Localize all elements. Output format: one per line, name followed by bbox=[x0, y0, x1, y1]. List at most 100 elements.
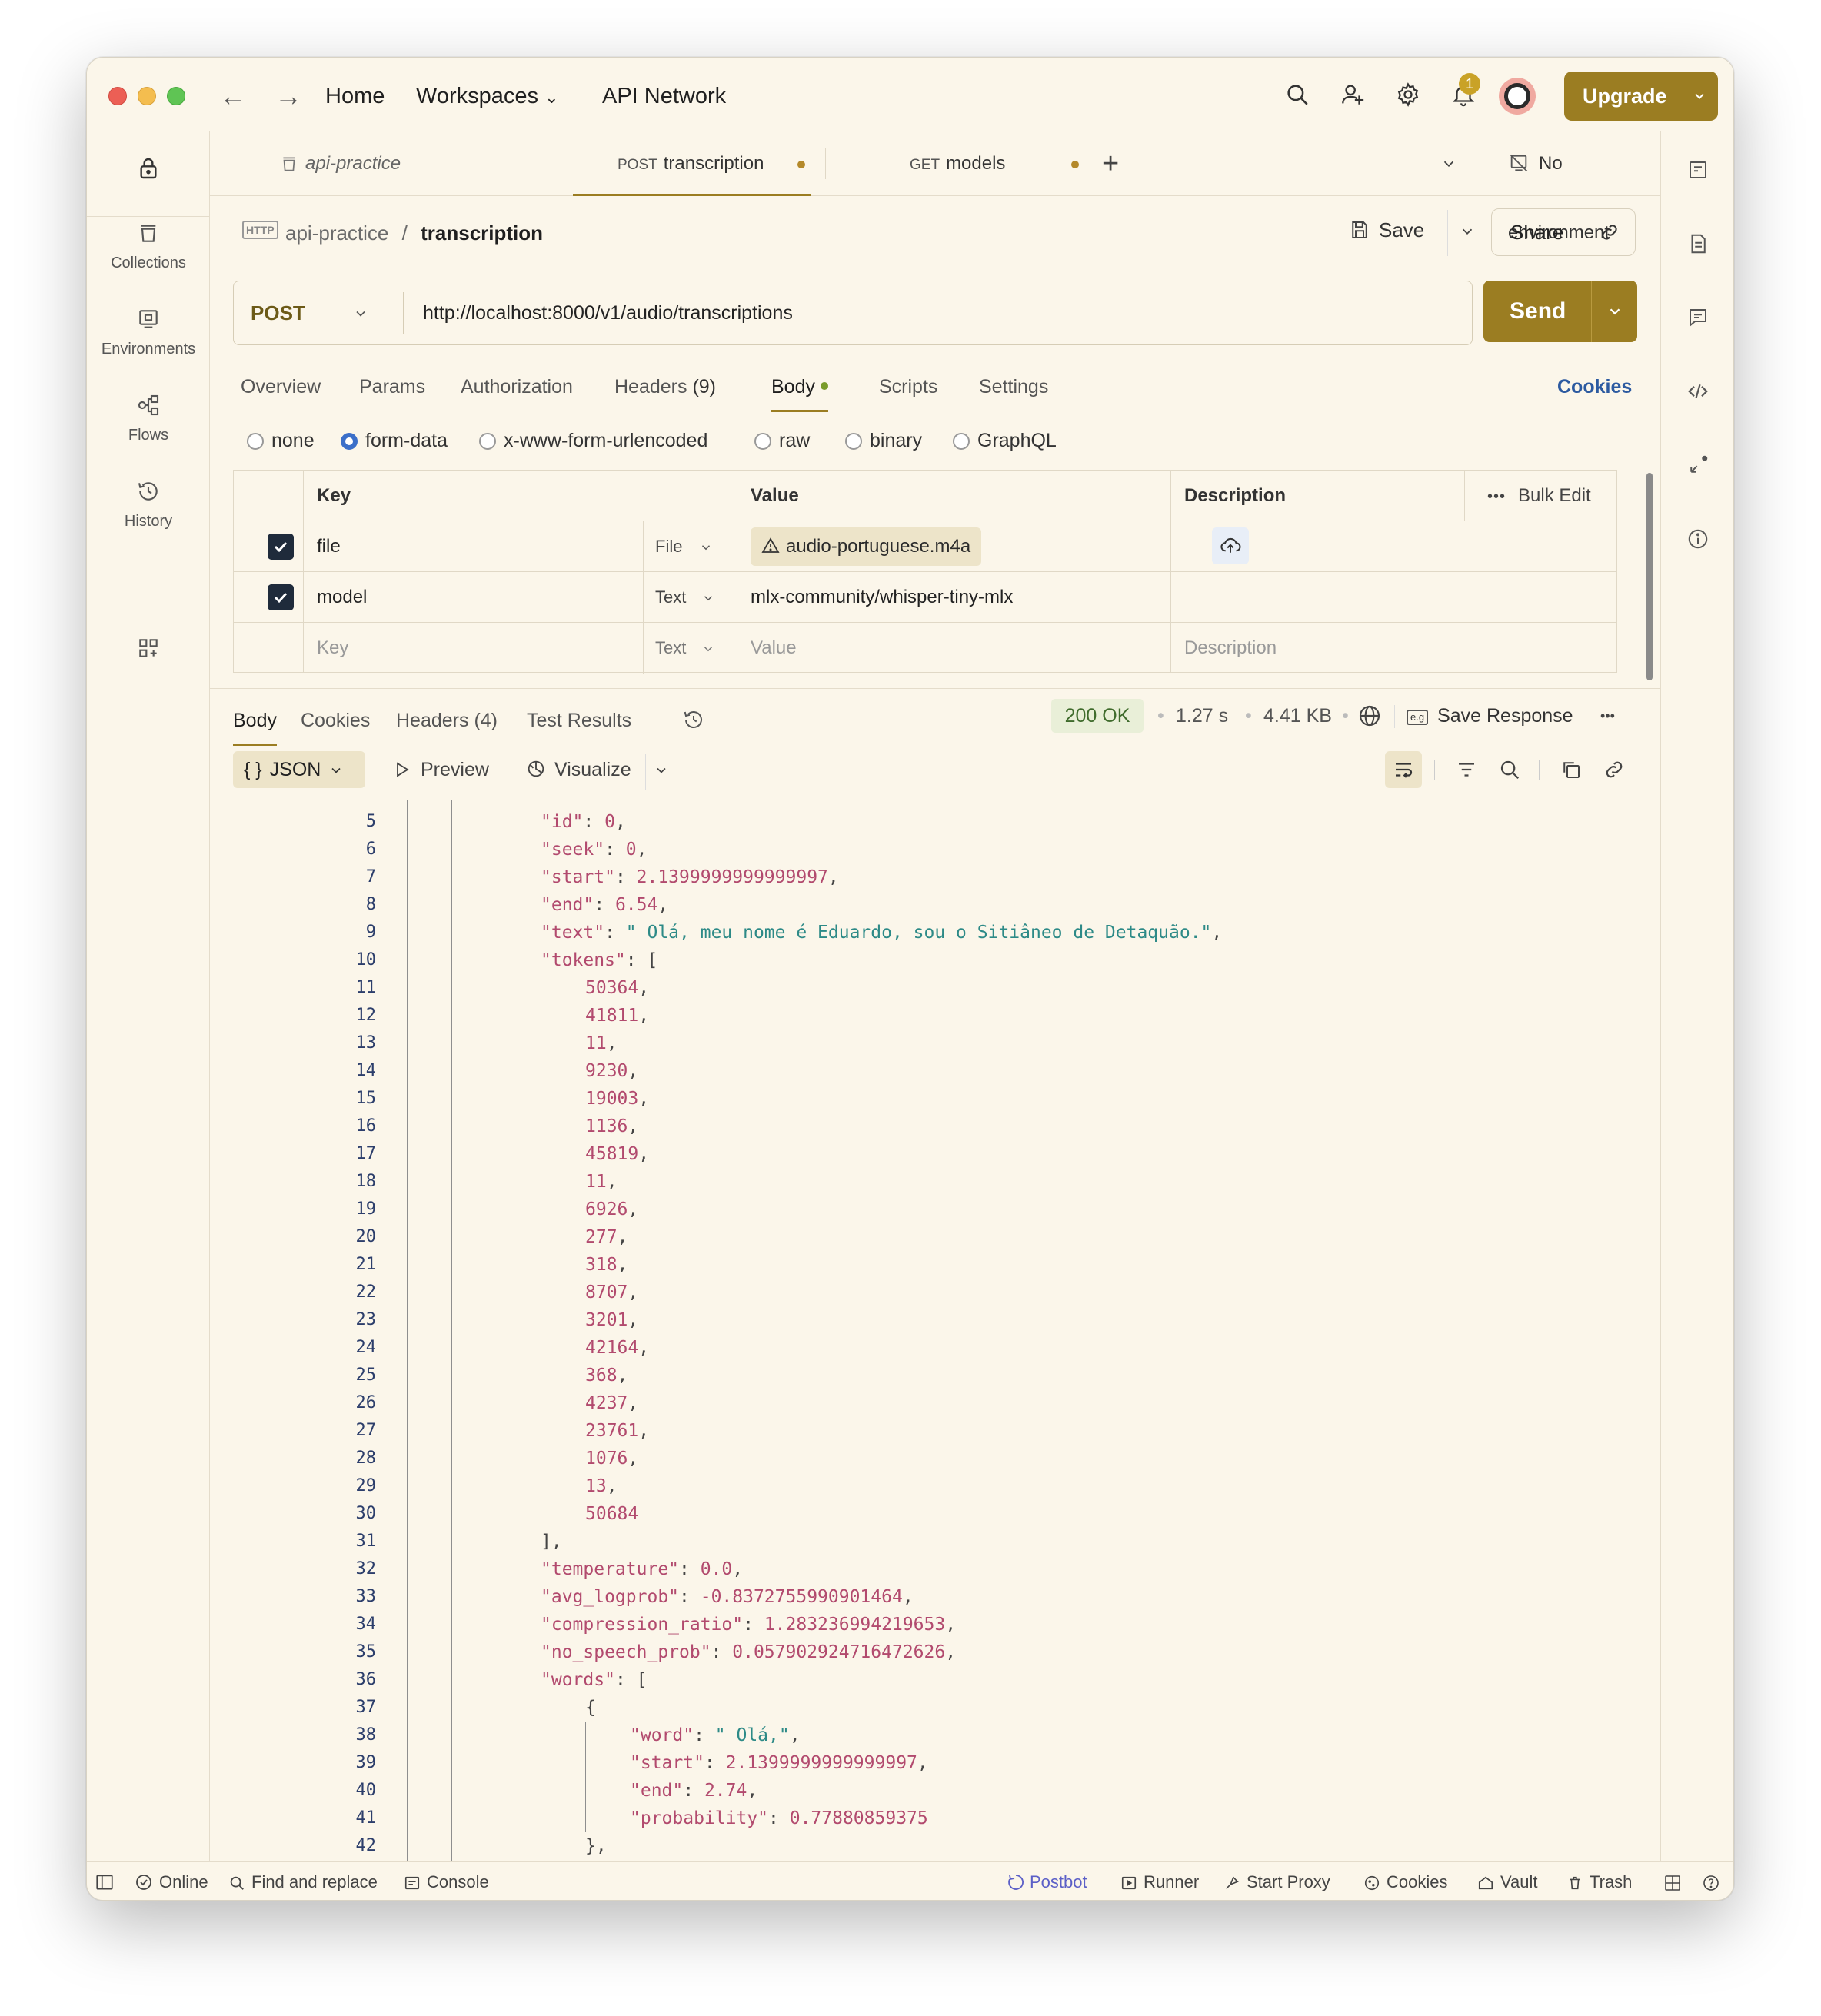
response-history-icon[interactable] bbox=[682, 697, 705, 744]
save-response-button[interactable]: e.g Save Response bbox=[1407, 699, 1573, 733]
response-divider[interactable] bbox=[210, 688, 1660, 689]
tabs-overflow-chevron-icon[interactable] bbox=[1440, 131, 1457, 196]
help-icon[interactable] bbox=[1702, 1862, 1720, 1900]
maximize-window-button[interactable] bbox=[167, 87, 185, 105]
value-input-placeholder[interactable]: Value bbox=[751, 623, 797, 674]
home-link[interactable]: Home bbox=[325, 81, 385, 111]
close-window-button[interactable] bbox=[108, 87, 127, 105]
code-snippet-icon[interactable] bbox=[1681, 374, 1715, 408]
find-and-replace-button[interactable]: Find and replace bbox=[228, 1862, 378, 1900]
file-chip[interactable]: audio-portuguese.m4a bbox=[751, 527, 982, 566]
tab-headers[interactable]: Headers (9) bbox=[614, 364, 716, 410]
environment-selector[interactable]: No environment bbox=[1508, 131, 1660, 301]
runner-button[interactable]: Runner bbox=[1120, 1862, 1199, 1900]
comments-icon[interactable] bbox=[1681, 301, 1715, 334]
more-options-icon[interactable]: ••• bbox=[1600, 699, 1615, 733]
variables-icon[interactable] bbox=[1681, 153, 1715, 187]
sidebar-item-collections[interactable]: Collections bbox=[87, 216, 210, 272]
tab-api-practice[interactable]: api-practice bbox=[279, 131, 401, 196]
cookies-link[interactable]: Cookies bbox=[1557, 376, 1632, 398]
search-response-icon[interactable] bbox=[1491, 751, 1528, 788]
radio-x-www-form-urlencoded[interactable]: x-www-form-urlencoded bbox=[479, 422, 707, 459]
invite-user-icon[interactable] bbox=[1334, 76, 1371, 113]
cloud-upload-icon[interactable] bbox=[1212, 527, 1249, 564]
response-tab-test-results[interactable]: Test Results bbox=[527, 697, 631, 744]
layout-toggle-icon[interactable] bbox=[1663, 1862, 1682, 1900]
trash-button[interactable]: Trash bbox=[1566, 1862, 1632, 1900]
row-checkbox[interactable] bbox=[268, 584, 294, 610]
row-key[interactable]: file bbox=[317, 521, 341, 572]
toggle-sidebar-icon[interactable] bbox=[95, 1862, 115, 1900]
api-network-link[interactable]: API Network bbox=[602, 81, 726, 111]
breadcrumb-collection[interactable]: api-practice bbox=[285, 221, 388, 245]
chevron-down-icon[interactable] bbox=[644, 754, 669, 790]
share-button[interactable]: Share bbox=[1491, 208, 1636, 256]
response-tab-headers[interactable]: Headers (4) bbox=[396, 697, 498, 744]
upgrade-button[interactable]: Upgrade bbox=[1564, 72, 1718, 121]
lock-icon[interactable] bbox=[87, 151, 210, 190]
online-status[interactable]: Online bbox=[135, 1862, 208, 1900]
sidebar-item-environments[interactable]: Environments bbox=[87, 302, 210, 358]
response-body-viewer[interactable]: 5 "id": 0, 6 "seek": 0, 7 "start": 2.13999999… bbox=[210, 800, 1660, 1861]
cookies-button[interactable]: Cookies bbox=[1363, 1862, 1447, 1900]
status-badge[interactable]: 200 OK bbox=[1051, 699, 1144, 733]
tab-body[interactable]: Body bbox=[771, 364, 828, 412]
visualize-button[interactable]: Visualize bbox=[525, 751, 669, 792]
documentation-icon[interactable] bbox=[1681, 227, 1715, 261]
related-collections-icon[interactable] bbox=[1681, 448, 1715, 482]
forward-arrow-icon[interactable]: → bbox=[275, 79, 302, 113]
back-arrow-icon[interactable]: ← bbox=[219, 79, 247, 113]
radio-form-data[interactable]: form-data bbox=[341, 422, 448, 459]
key-input-placeholder[interactable]: Key bbox=[317, 623, 348, 674]
tab-scripts[interactable]: Scripts bbox=[879, 364, 937, 410]
bulk-edit-button[interactable]: ••• Bulk Edit bbox=[1487, 471, 1591, 521]
row-type-selector[interactable]: File bbox=[655, 521, 713, 572]
tab-authorization[interactable]: Authorization bbox=[461, 364, 573, 410]
minimize-window-button[interactable] bbox=[138, 87, 156, 105]
radio-binary[interactable]: binary bbox=[845, 422, 922, 459]
add-workbench-icon[interactable] bbox=[87, 631, 210, 670]
sidebar-item-flows[interactable]: Flows bbox=[87, 388, 210, 444]
row-checkbox[interactable] bbox=[268, 534, 294, 560]
tab-params[interactable]: Params bbox=[359, 364, 425, 410]
tab-overview[interactable]: Overview bbox=[241, 364, 321, 410]
request-scrollbar[interactable] bbox=[1646, 473, 1653, 680]
new-tab-plus-icon[interactable]: + bbox=[1102, 131, 1119, 196]
copy-icon[interactable] bbox=[1553, 751, 1590, 788]
row-type-selector[interactable]: Text bbox=[655, 572, 715, 623]
user-avatar[interactable] bbox=[1499, 78, 1536, 115]
link-icon[interactable] bbox=[1596, 751, 1633, 788]
response-time[interactable]: 1.27 s bbox=[1176, 699, 1228, 733]
save-button[interactable]: Save bbox=[1348, 207, 1476, 256]
start-proxy-button[interactable]: Start Proxy bbox=[1223, 1862, 1330, 1900]
description-input-placeholder[interactable]: Description bbox=[1184, 623, 1277, 674]
url-input[interactable]: http://localhost:8000/v1/audio/transcrip… bbox=[423, 281, 793, 344]
breadcrumb-request-name[interactable]: transcription bbox=[421, 221, 543, 245]
send-dropdown-chevron-icon[interactable] bbox=[1591, 281, 1637, 342]
send-button[interactable]: Send bbox=[1483, 281, 1637, 342]
radio-raw[interactable]: raw bbox=[754, 422, 810, 459]
tab-post-transcription[interactable]: POST transcription bbox=[573, 131, 811, 196]
save-dropdown-chevron-icon[interactable] bbox=[1446, 210, 1476, 256]
radio-graphql[interactable]: GraphQL bbox=[953, 422, 1057, 459]
workspaces-menu[interactable]: Workspaces ⌄ bbox=[416, 81, 559, 113]
sidebar-item-history[interactable]: History bbox=[87, 474, 210, 531]
vault-button[interactable]: Vault bbox=[1477, 1862, 1538, 1900]
format-selector-json[interactable]: { } JSON bbox=[233, 751, 365, 788]
tab-settings[interactable]: Settings bbox=[979, 364, 1048, 410]
preview-button[interactable]: Preview bbox=[393, 751, 489, 791]
tab-get-models[interactable]: GET models bbox=[910, 131, 1110, 196]
settings-gear-icon[interactable] bbox=[1390, 76, 1427, 113]
row-key[interactable]: model bbox=[317, 572, 367, 623]
radio-none[interactable]: none bbox=[247, 422, 315, 459]
postbot-button[interactable]: Postbot bbox=[1007, 1862, 1087, 1900]
row-value[interactable]: mlx-community/whisper-tiny-mlx bbox=[751, 572, 1013, 623]
word-wrap-icon[interactable] bbox=[1385, 751, 1422, 788]
row-type-selector[interactable]: Text bbox=[655, 623, 715, 674]
copy-link-icon[interactable] bbox=[1583, 209, 1635, 255]
network-globe-icon[interactable] bbox=[1357, 699, 1382, 733]
response-tab-cookies[interactable]: Cookies bbox=[301, 697, 370, 744]
info-icon[interactable] bbox=[1681, 522, 1715, 556]
upgrade-dropdown-chevron-icon[interactable] bbox=[1680, 72, 1718, 121]
filter-icon[interactable] bbox=[1448, 751, 1485, 788]
